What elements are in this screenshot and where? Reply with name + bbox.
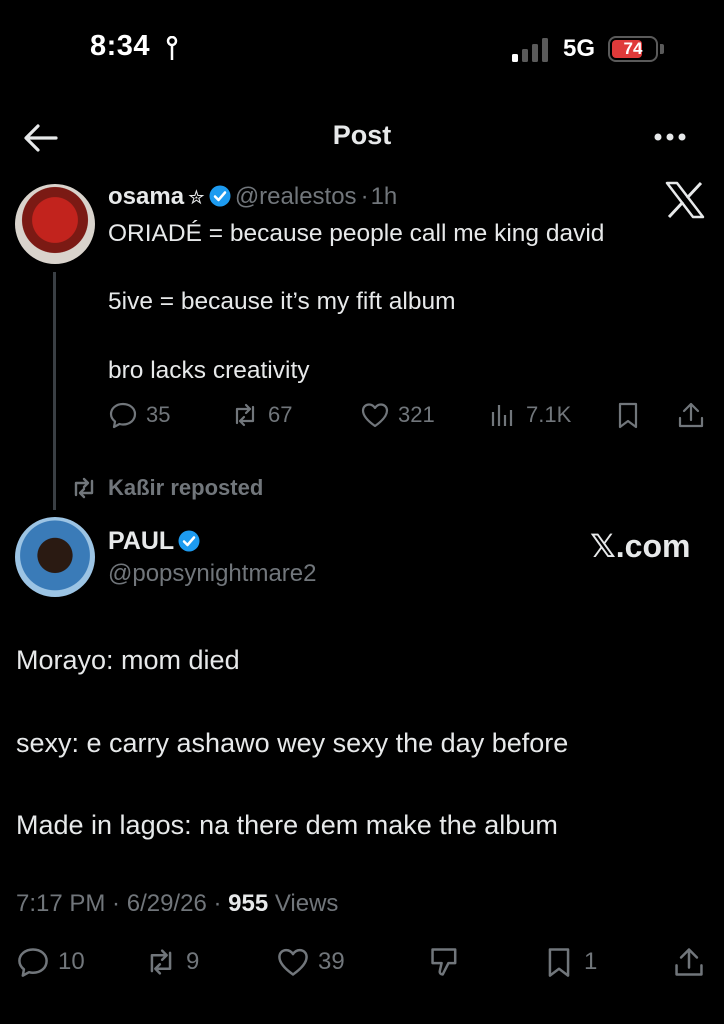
- location-icon: [166, 36, 178, 60]
- quoted-post-text-line: bro lacks creativity: [108, 357, 310, 384]
- post-views-label: Views: [274, 890, 339, 917]
- reply-button[interactable]: 10: [16, 945, 85, 979]
- bookmark-button[interactable]: 1: [542, 945, 597, 979]
- repost-button[interactable]: 9: [144, 945, 199, 979]
- post-text-line: sexy: e carry ashawo wey sexy the day be…: [16, 728, 569, 758]
- signal-icon: [512, 38, 548, 62]
- views-button[interactable]: 7.1K: [488, 400, 571, 430]
- repost-count: 9: [186, 948, 200, 975]
- battery-level: 74: [623, 39, 643, 58]
- reply-count: 10: [58, 948, 85, 975]
- like-button[interactable]: 321: [360, 400, 435, 430]
- author-handle[interactable]: @popsynightmare2: [108, 560, 316, 588]
- bookmark-count: 1: [584, 948, 598, 975]
- share-icon[interactable]: [676, 400, 706, 430]
- heart-icon: [278, 948, 308, 976]
- x-logo-icon: [665, 181, 705, 219]
- post-meta: 7:17 PM · 6/29/26 · 955 Views: [16, 890, 339, 917]
- share-icon[interactable]: [672, 945, 706, 979]
- post-actions: 10 9 39 1: [16, 945, 708, 985]
- more-options-icon[interactable]: [650, 122, 690, 152]
- repost-banner-text: Kaßir reposted: [108, 475, 264, 500]
- separator: ·: [360, 183, 369, 210]
- quoted-post-text-line: ORIADÉ = because people call me king dav…: [108, 220, 605, 247]
- views-count: 7.1K: [526, 402, 572, 427]
- repost-icon: [235, 403, 255, 427]
- author-name[interactable]: osama: [108, 183, 184, 210]
- post-time[interactable]: 7:17 PM: [16, 890, 105, 917]
- post-date[interactable]: 6/29/26: [127, 890, 207, 917]
- battery-icon: 74: [608, 36, 658, 62]
- like-count: 39: [318, 948, 345, 975]
- heart-icon: [361, 403, 389, 428]
- bookmark-icon[interactable]: [613, 400, 643, 430]
- repost-icon: [150, 949, 172, 975]
- like-count: 321: [398, 402, 435, 427]
- status-bar: 8:34 5G 74: [0, 0, 724, 100]
- page-title: Post: [332, 120, 392, 150]
- repost-button[interactable]: 67: [230, 400, 292, 430]
- reply-count: 35: [146, 402, 171, 427]
- repost-icon: [74, 477, 94, 499]
- post-text-line: Morayo: mom died: [16, 645, 240, 675]
- quoted-post-text-line: 5ive = because it’s my fift album: [108, 288, 456, 315]
- post-views-count: 955: [228, 890, 269, 917]
- quoted-post-header: osama ✮ @realestos ·1h: [108, 183, 397, 211]
- status-time: 8:34: [90, 30, 151, 62]
- avatar[interactable]: [15, 517, 95, 597]
- top-nav: Post: [0, 110, 724, 166]
- reply-icon: [109, 402, 137, 429]
- repost-banner[interactable]: Kaßir reposted: [70, 475, 263, 501]
- bookmark-icon: [548, 948, 570, 977]
- reply-button[interactable]: 35: [108, 400, 170, 430]
- quoted-post-actions: 35 67 321 7.1K: [108, 400, 708, 434]
- reply-icon: [18, 948, 48, 977]
- repost-count: 67: [268, 402, 293, 427]
- dislike-icon[interactable]: [428, 945, 462, 979]
- author-handle[interactable]: @realestos: [235, 183, 357, 210]
- verified-badge-icon: [178, 530, 200, 552]
- x-com-watermark: 𝕏.com: [590, 528, 691, 564]
- network-type: 5G: [563, 35, 596, 62]
- post-text-line: Made in lagos: na there dem make the alb…: [16, 810, 558, 840]
- avatar[interactable]: [15, 184, 95, 264]
- author-name: PAUL: [108, 527, 175, 555]
- star-badge: ✮: [188, 187, 205, 209]
- author-name-row[interactable]: PAUL: [108, 527, 200, 556]
- thread-line: [53, 272, 56, 510]
- verified-badge-icon: [209, 185, 231, 207]
- like-button[interactable]: 39: [276, 945, 345, 979]
- views-chart-icon: [491, 405, 513, 426]
- post-age: 1h: [370, 183, 398, 210]
